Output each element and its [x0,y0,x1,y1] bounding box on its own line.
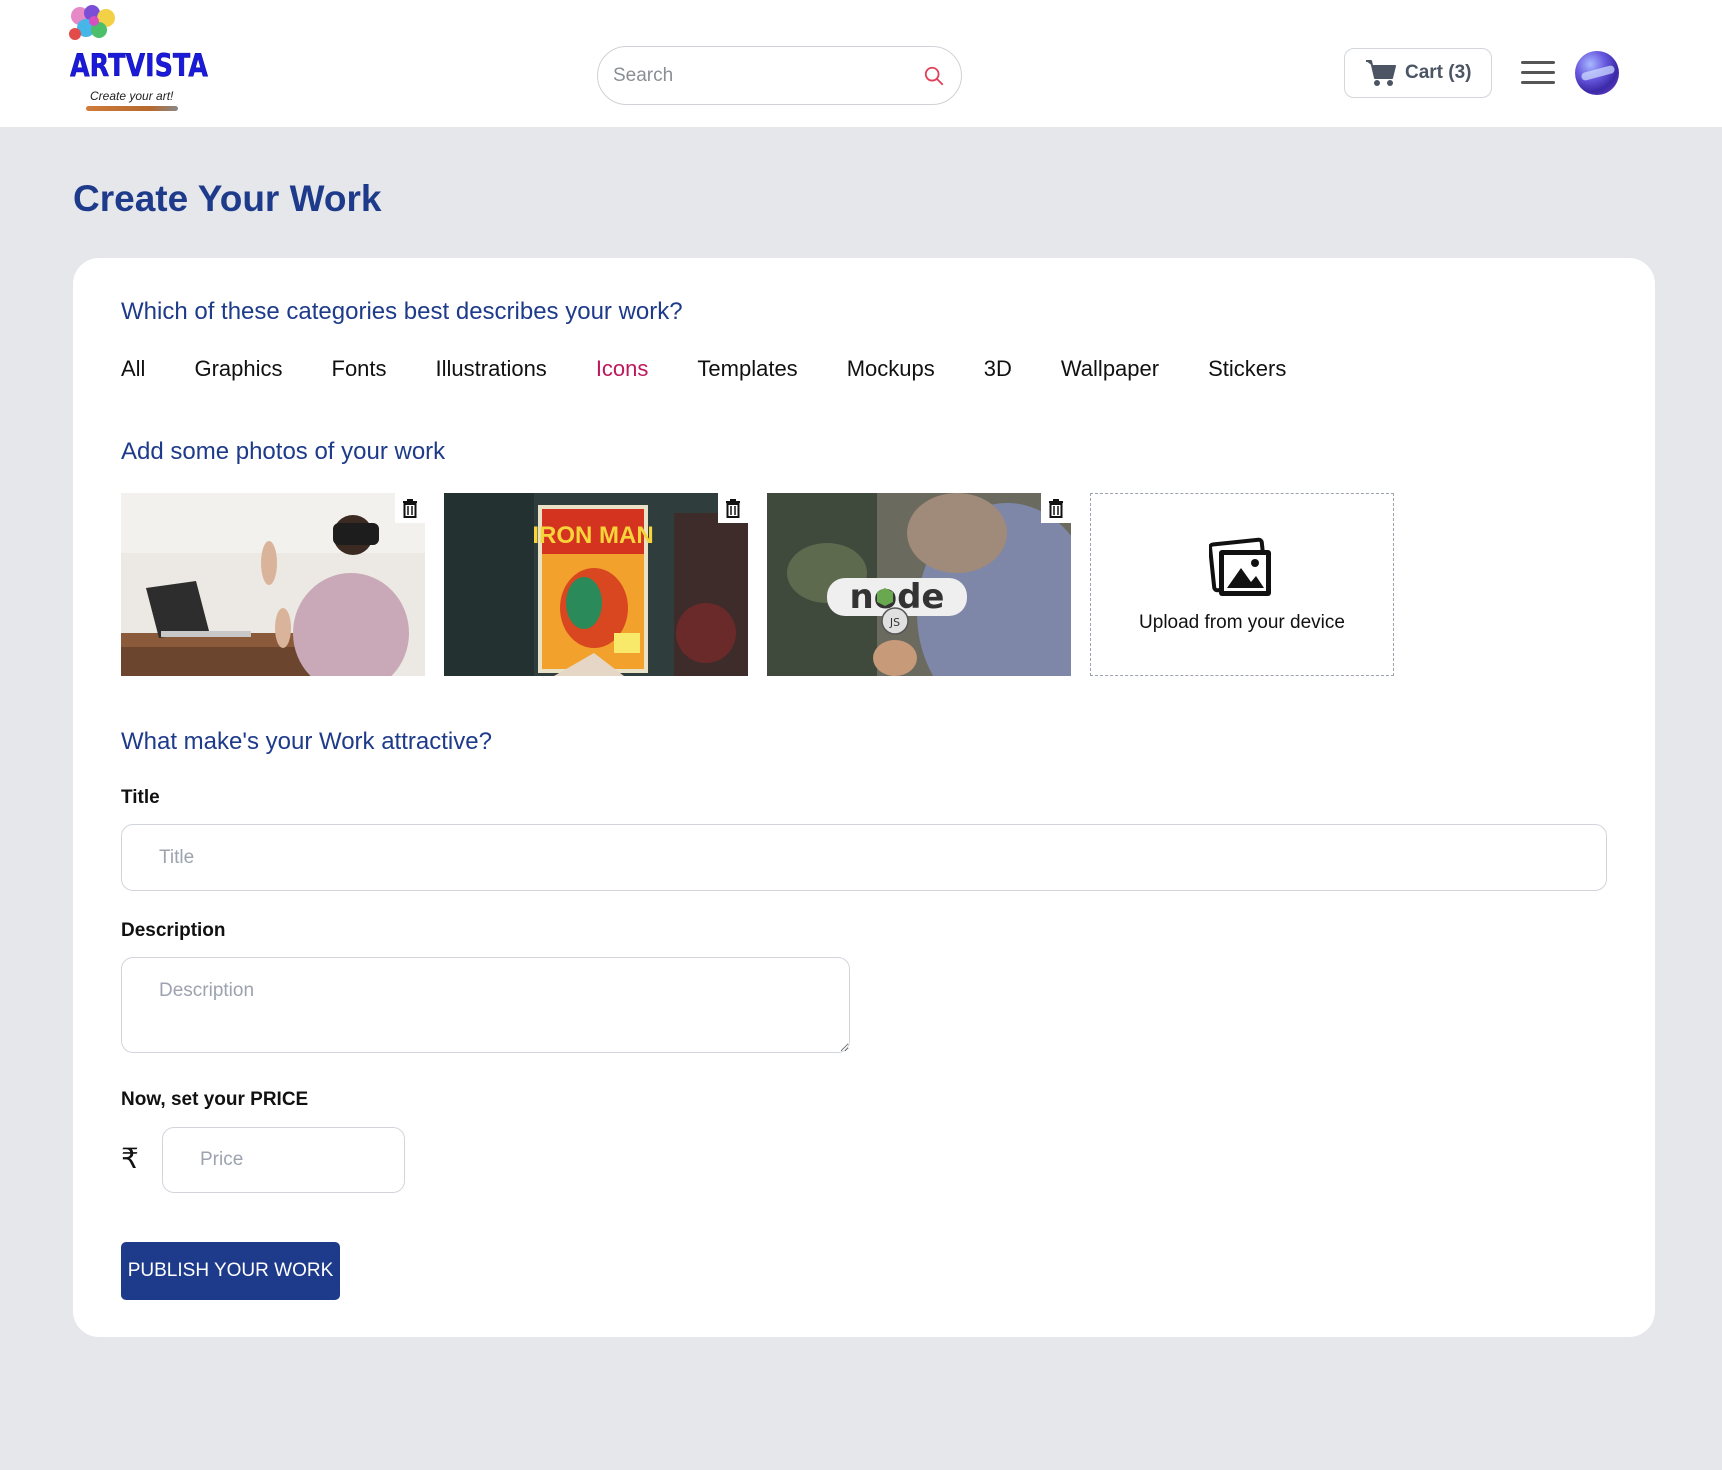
node-sticker-photo: node JS [767,493,1071,676]
brand-tagline: Create your art! [90,89,174,103]
categories-heading: Which of these categories best describes… [121,298,683,325]
hamburger-menu-icon[interactable] [1521,61,1555,85]
category-fonts[interactable]: Fonts [332,356,387,382]
category-wallpaper[interactable]: Wallpaper [1061,356,1159,382]
svg-text:JS: JS [889,616,900,629]
category-mockups[interactable]: Mockups [847,356,935,382]
search-icon[interactable] [923,65,945,87]
work-photo: IRON MAN [444,493,748,676]
page-title: Create Your Work [73,178,382,219]
vr-headset-photo [121,493,425,676]
user-avatar[interactable] [1575,51,1619,95]
description-label: Description [121,920,226,941]
cart-icon [1366,60,1396,86]
paintbrush-icon [86,106,178,111]
brand-logo[interactable]: ARTVISTA Create your art! [66,4,216,114]
trash-icon [1049,499,1063,518]
create-work-card: Which of these categories best describes… [73,258,1655,1337]
price-label: Now, set your PRICE [121,1089,309,1110]
delete-photo-button[interactable] [718,493,748,523]
trash-icon [726,499,740,518]
search-bar [597,46,962,105]
category-illustrations[interactable]: Illustrations [436,356,547,382]
category-graphics[interactable]: Graphics [194,356,282,382]
svg-text:IRON MAN: IRON MAN [532,522,653,549]
work-photo: node JS [767,493,1071,676]
description-textarea[interactable] [121,957,850,1053]
category-templates[interactable]: Templates [697,356,797,382]
photos-heading: Add some photos of your work [121,438,446,465]
paint-splash-icon [69,5,115,40]
cart-label: Cart (3) [1405,62,1472,83]
upload-label: Upload from your device [1139,611,1345,633]
category-3d[interactable]: 3D [984,356,1012,382]
category-tabs: All Graphics Fonts Illustrations Icons T… [121,356,1335,382]
category-all[interactable]: All [121,356,145,382]
comic-book-photo: IRON MAN [444,493,748,676]
price-input[interactable] [162,1127,405,1193]
top-header: ARTVISTA Create your art! Cart (3) [0,0,1722,127]
upload-dropzone[interactable]: Upload from your device [1090,493,1394,676]
attractive-heading: What make's your Work attractive? [121,728,492,755]
search-input[interactable] [613,47,893,104]
work-photo [121,493,425,676]
category-stickers[interactable]: Stickers [1208,356,1286,382]
title-label: Title [121,787,160,808]
rupee-icon: ₹ [121,1142,139,1175]
delete-photo-button[interactable] [395,493,425,523]
photo-gallery: IRON MAN node JS Upload from your device [121,493,1394,676]
title-input[interactable] [121,824,1607,891]
delete-photo-button[interactable] [1041,493,1071,523]
cart-button[interactable]: Cart (3) [1344,48,1492,98]
publish-button[interactable]: PUBLISH YOUR WORK [121,1242,340,1300]
category-icons[interactable]: Icons [596,356,649,382]
trash-icon [403,499,417,518]
brand-name: ARTVISTA [70,48,208,85]
image-gallery-icon [1209,537,1271,596]
